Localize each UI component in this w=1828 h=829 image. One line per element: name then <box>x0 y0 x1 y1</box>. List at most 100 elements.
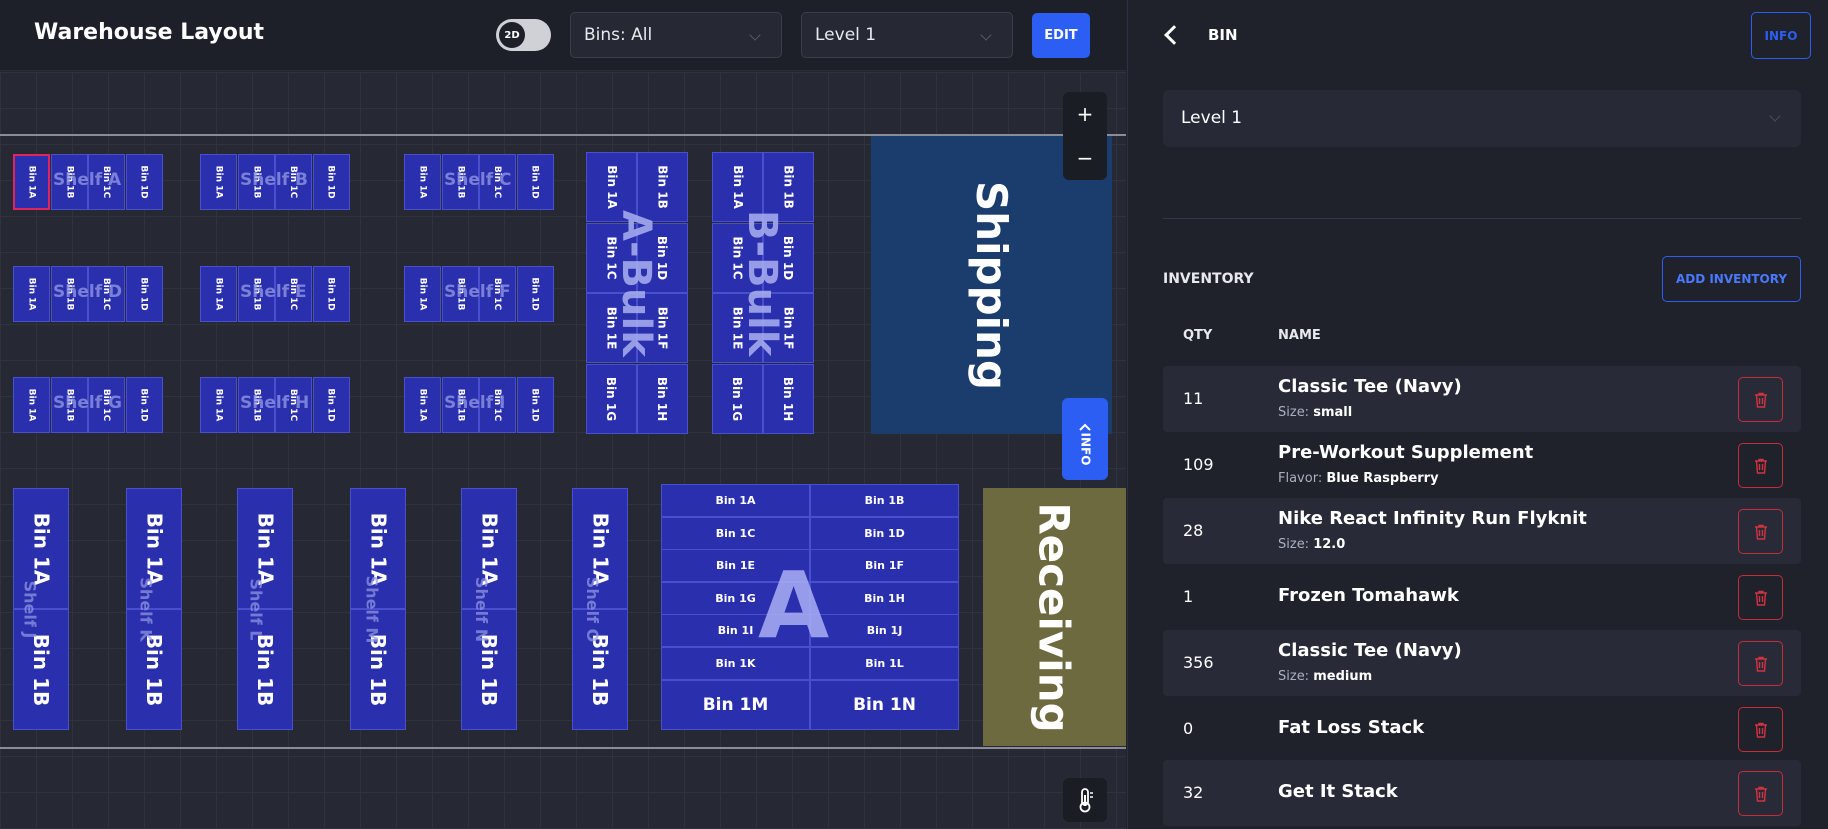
inventory-row[interactable]: 109 Pre-Workout Supplement Flavor: Blue Ra… <box>1163 432 1801 498</box>
bin-cell[interactable]: Bin 1A <box>712 152 763 222</box>
bin-cell[interactable]: Bin 1B <box>126 609 182 730</box>
bin-cell[interactable]: Bin 1B <box>441 154 479 210</box>
bin-cell[interactable]: Bin 1C <box>586 222 637 293</box>
bin-cell[interactable]: Bin 1A <box>461 488 517 609</box>
bin-cell[interactable]: Bin 1B <box>50 154 88 210</box>
bin-cell[interactable]: Bin 1E <box>661 549 810 583</box>
bin-cell[interactable]: Bin 1B <box>637 152 688 222</box>
bin-cell[interactable]: Bin 1N <box>810 680 959 730</box>
bin-cell[interactable]: Bin 1D <box>810 516 959 550</box>
bin-cell[interactable]: Bin 1B <box>461 609 517 730</box>
bin-cell[interactable]: Bin 1F <box>810 549 959 583</box>
bin-cell[interactable]: Bin 1D <box>312 377 350 433</box>
bin-cell[interactable]: Bin 1C <box>88 266 125 322</box>
bin-cell[interactable]: Bin 1A <box>404 377 441 433</box>
map-canvas[interactable]: Shipping Receiving + − INFO Bin 1A Bin 1B… <box>0 72 1126 829</box>
bin-cell[interactable]: Bin 1A <box>200 266 237 322</box>
bin-cell[interactable]: Bin 1A <box>13 154 50 210</box>
bin-cell[interactable]: Bin 1B <box>441 266 479 322</box>
bin-cell[interactable]: Bin 1B <box>237 154 275 210</box>
bin-cell[interactable]: Bin 1C <box>88 377 125 433</box>
bin-cell[interactable]: Bin 1A <box>200 377 237 433</box>
bin-cell[interactable]: Bin 1D <box>312 266 350 322</box>
inventory-row[interactable]: 1 Frozen Tomahawk <box>1163 564 1801 630</box>
bin-cell[interactable]: Bin 1B <box>50 266 88 322</box>
delete-button[interactable] <box>1738 771 1783 816</box>
bin-cell[interactable]: Bin 1F <box>763 293 814 363</box>
bin-cell[interactable]: Bin 1A <box>586 152 637 222</box>
bin-cell[interactable]: Bin 1A <box>404 266 441 322</box>
add-inventory-button[interactable]: ADD INVENTORY <box>1662 256 1801 302</box>
panel-level-select[interactable]: Level 1 <box>1163 90 1801 147</box>
bin-cell[interactable]: Bin 1J <box>810 614 959 648</box>
bin-cell[interactable]: Bin 1H <box>763 363 814 434</box>
bin-cell[interactable]: Bin 1F <box>637 293 688 363</box>
receiving-zone[interactable]: Receiving <box>983 488 1126 746</box>
view-mode-toggle[interactable]: 2D <box>496 19 551 51</box>
level-select[interactable]: Level 1 <box>801 12 1013 58</box>
bin-cell[interactable]: Bin 1L <box>810 647 959 680</box>
bin-cell[interactable]: Bin 1B <box>350 609 406 730</box>
bin-cell[interactable]: Bin 1K <box>661 647 810 680</box>
inventory-row[interactable]: 0 Fat Loss Stack <box>1163 696 1801 762</box>
bin-cell[interactable]: Bin 1D <box>516 266 554 322</box>
bin-cell[interactable]: Bin 1C <box>275 266 312 322</box>
bin-cell[interactable]: Bin 1A <box>13 266 50 322</box>
bin-cell[interactable]: Bin 1C <box>88 154 125 210</box>
bin-cell[interactable]: Bin 1D <box>125 154 163 210</box>
bin-cell[interactable]: Bin 1C <box>275 154 312 210</box>
bin-cell[interactable]: Bin 1C <box>479 266 516 322</box>
bin-cell[interactable]: Bin 1C <box>479 377 516 433</box>
bin-cell[interactable]: Bin 1B <box>237 266 275 322</box>
delete-button[interactable] <box>1738 509 1783 554</box>
bin-cell[interactable]: Bin 1D <box>312 154 350 210</box>
bin-cell[interactable]: Bin 1C <box>479 154 516 210</box>
bin-cell[interactable]: Bin 1A <box>661 484 810 517</box>
bin-cell[interactable]: Bin 1B <box>441 377 479 433</box>
shipping-zone[interactable]: Shipping <box>871 136 1112 434</box>
delete-button[interactable] <box>1738 641 1783 686</box>
bin-cell[interactable]: Bin 1A <box>404 154 441 210</box>
bin-cell[interactable]: Bin 1I <box>661 614 810 648</box>
bin-cell[interactable]: Bin 1B <box>763 152 814 222</box>
bin-cell[interactable]: Bin 1A <box>237 488 293 609</box>
bin-cell[interactable]: Bin 1D <box>516 154 554 210</box>
bin-cell[interactable]: Bin 1A <box>350 488 406 609</box>
bins-filter-select[interactable]: Bins: All <box>570 12 782 58</box>
thermometer-icon[interactable] <box>1063 778 1107 822</box>
inventory-row[interactable]: 11 Classic Tee (Navy) Size: small <box>1163 366 1801 432</box>
bin-cell[interactable]: Bin 1B <box>810 484 959 517</box>
bin-cell[interactable]: Bin 1C <box>661 516 810 550</box>
inventory-row[interactable]: 32 Get It Stack <box>1163 760 1801 826</box>
bin-cell[interactable]: Bin 1B <box>237 377 275 433</box>
delete-button[interactable] <box>1738 443 1783 488</box>
bin-cell[interactable]: Bin 1A <box>572 488 628 609</box>
bin-cell[interactable]: Bin 1G <box>661 581 810 615</box>
edit-button[interactable]: EDIT <box>1032 13 1090 58</box>
bin-cell[interactable]: Bin 1G <box>712 363 763 434</box>
plus-icon[interactable]: + <box>1063 92 1107 136</box>
bin-cell[interactable]: Bin 1B <box>237 609 293 730</box>
delete-button[interactable] <box>1738 377 1783 422</box>
bin-cell[interactable]: Bin 1E <box>712 293 763 363</box>
bin-cell[interactable]: Bin 1D <box>516 377 554 433</box>
bin-cell[interactable]: Bin 1E <box>586 293 637 363</box>
delete-button[interactable] <box>1738 575 1783 620</box>
inventory-row[interactable]: 28 Nike React Infinity Run Flyknit Size: 1… <box>1163 498 1801 564</box>
bin-cell[interactable]: Bin 1C <box>275 377 312 433</box>
inventory-row[interactable]: 356 Classic Tee (Navy) Size: medium <box>1163 630 1801 696</box>
bin-cell[interactable]: Bin 1G <box>586 363 637 434</box>
bin-cell[interactable]: Bin 1D <box>125 266 163 322</box>
chevron-left-icon[interactable] <box>1158 22 1184 48</box>
info-button[interactable]: INFO <box>1751 12 1811 59</box>
bin-cell[interactable]: Bin 1C <box>712 222 763 293</box>
bin-cell[interactable]: Bin 1M <box>661 680 810 730</box>
minus-icon[interactable]: − <box>1063 136 1107 180</box>
bin-cell[interactable]: Bin 1A <box>200 154 237 210</box>
info-side-tab[interactable]: INFO <box>1062 398 1108 480</box>
bin-cell[interactable]: Bin 1B <box>13 609 69 730</box>
bin-cell[interactable]: Bin 1A <box>126 488 182 609</box>
bin-cell[interactable]: Bin 1A <box>13 377 50 433</box>
bin-cell[interactable]: Bin 1H <box>637 363 688 434</box>
bin-cell[interactable]: Bin 1H <box>810 581 959 615</box>
